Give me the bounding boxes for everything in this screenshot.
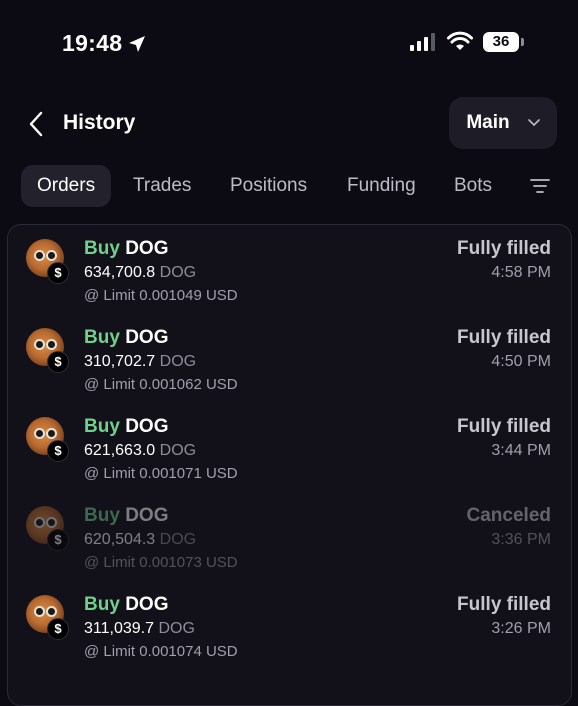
order-amount-line: 620,504.3 DOG — [84, 531, 196, 549]
tab-positions[interactable]: Positions — [214, 165, 323, 207]
usd-coin-badge-icon: $ — [47, 618, 69, 640]
usd-coin-badge-icon: $ — [47, 440, 69, 462]
order-side: Buy — [84, 594, 120, 615]
order-row[interactable]: $ Buy DOG 311,039.7 DOG @ Limit 0.001074… — [0, 582, 578, 672]
order-title: Buy DOG — [84, 594, 168, 616]
order-amount: 311,039.7 — [84, 620, 154, 637]
order-amount: 310,702.7 — [84, 353, 156, 370]
order-asset: DOG — [125, 416, 169, 437]
location-arrow-icon — [129, 35, 146, 52]
status-time: 19:48 — [62, 30, 146, 57]
order-amount-line: 310,702.7 DOG — [84, 353, 196, 371]
order-title: Buy DOG — [84, 505, 168, 527]
battery-icon: 36 — [483, 32, 519, 52]
order-side: Buy — [84, 238, 120, 259]
usd-coin-badge-icon: $ — [47, 529, 69, 551]
order-price: @ Limit 0.001074 USD — [84, 643, 238, 660]
order-title: Buy DOG — [84, 416, 168, 438]
account-selector-label: Main — [466, 112, 510, 133]
order-status: Canceled — [466, 505, 551, 526]
tab-bots[interactable]: Bots — [438, 165, 508, 207]
order-amount: 621,663.0 — [84, 442, 156, 459]
order-amount: 620,504.3 — [84, 531, 156, 548]
order-price: @ Limit 0.001071 USD — [84, 465, 238, 482]
order-amount: 634,700.8 — [84, 264, 156, 281]
order-time: 3:44 PM — [491, 442, 551, 459]
order-time: 3:26 PM — [491, 620, 551, 637]
order-status: Fully filled — [457, 594, 551, 615]
order-title: Buy DOG — [84, 238, 168, 260]
order-unit: DOG — [159, 531, 197, 548]
order-side: Buy — [84, 327, 120, 348]
order-asset: DOG — [125, 594, 169, 615]
account-selector[interactable]: Main — [449, 97, 557, 149]
order-side: Buy — [84, 416, 120, 437]
tab-funding[interactable]: Funding — [331, 165, 432, 207]
order-status: Fully filled — [457, 416, 551, 437]
order-row[interactable]: $ Buy DOG 310,702.7 DOG @ Limit 0.001062… — [0, 315, 578, 405]
order-row[interactable]: $ Buy DOG 634,700.8 DOG @ Limit 0.001049… — [0, 226, 578, 316]
order-price: @ Limit 0.001062 USD — [84, 376, 238, 393]
order-unit: DOG — [159, 442, 197, 459]
history-tabs: Orders Trades Positions Funding Bots — [21, 165, 561, 207]
order-row-canceled[interactable]: $ Buy DOG 620,504.3 DOG @ Limit 0.001073… — [0, 493, 578, 583]
order-row[interactable]: $ Buy DOG 621,663.0 DOG @ Limit 0.001071… — [0, 404, 578, 494]
usd-coin-badge-icon: $ — [47, 351, 69, 373]
order-time: 4:50 PM — [491, 353, 551, 370]
order-amount-line: 634,700.8 DOG — [84, 264, 196, 282]
order-amount-line: 621,663.0 DOG — [84, 442, 196, 460]
order-asset: DOG — [125, 238, 169, 259]
order-price: @ Limit 0.001049 USD — [84, 287, 238, 304]
order-unit: DOG — [159, 353, 197, 370]
order-title: Buy DOG — [84, 327, 168, 349]
order-status: Fully filled — [457, 238, 551, 259]
order-time: 4:58 PM — [491, 264, 551, 281]
usd-coin-badge-icon: $ — [47, 262, 69, 284]
cellular-signal-icon — [410, 33, 435, 51]
wifi-icon — [447, 31, 473, 50]
status-time-label: 19:48 — [62, 30, 123, 56]
order-asset: DOG — [125, 327, 169, 348]
filter-icon[interactable] — [530, 178, 550, 194]
status-bar: 19:48 36 — [0, 0, 578, 80]
chevron-down-icon — [527, 119, 540, 127]
tab-orders[interactable]: Orders — [21, 165, 112, 207]
page-header: History Main — [0, 96, 578, 152]
order-status: Fully filled — [457, 327, 551, 348]
order-unit: DOG — [158, 620, 195, 637]
order-side: Buy — [84, 505, 120, 526]
order-price: @ Limit 0.001073 USD — [84, 554, 238, 571]
page-title: History — [63, 111, 136, 134]
tab-trades[interactable]: Trades — [117, 165, 207, 207]
order-asset: DOG — [125, 505, 169, 526]
order-time: 3:36 PM — [491, 531, 551, 548]
back-arrow-icon[interactable] — [26, 110, 48, 138]
order-unit: DOG — [159, 264, 197, 281]
battery-tip — [521, 38, 524, 46]
order-amount-line: 311,039.7 DOG — [84, 620, 195, 638]
